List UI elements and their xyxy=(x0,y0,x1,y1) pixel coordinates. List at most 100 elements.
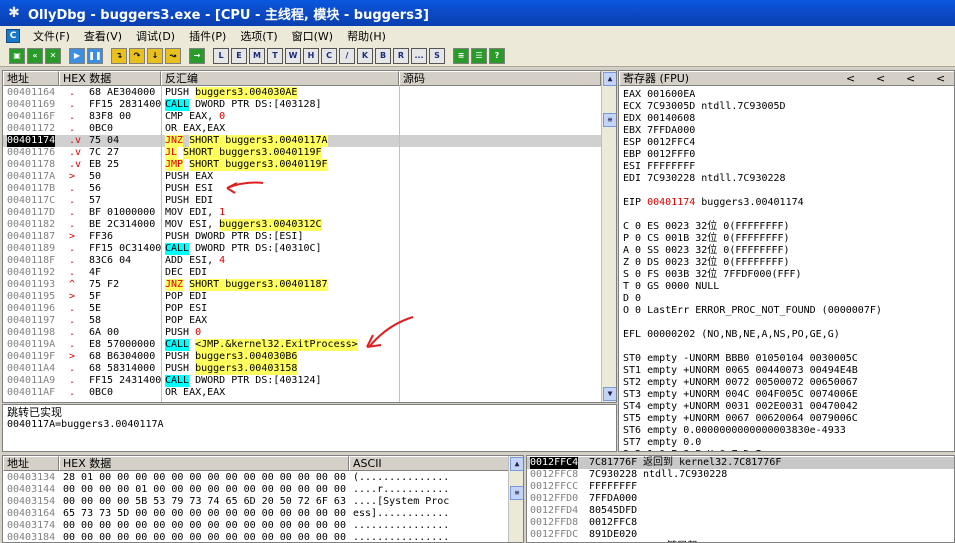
toolbar-memory-button[interactable]: M xyxy=(249,47,265,64)
table-row[interactable]: 0040119A. E8 57000000 CALL <JMP.&kernel32.E… xyxy=(3,339,601,351)
toolbar-patches-button[interactable]: / xyxy=(339,47,355,64)
restart-icon[interactable]: « xyxy=(27,47,43,64)
table-row[interactable]: 00401164. 68 AE304000 PUSH buggers3.004030A… xyxy=(3,87,601,99)
toolbar-callstack-button[interactable]: K xyxy=(357,47,373,64)
toolbar-modules-button[interactable]: E xyxy=(231,47,247,64)
table-row[interactable]: 00401169. FF15 2831400 CALL DWORD PTR DS:[4… xyxy=(3,99,601,111)
table-row[interactable]: 00401182. BE 2C314000 MOV ESI, buggers3.004… xyxy=(3,219,601,231)
menu-file[interactable]: 文件(F) xyxy=(26,28,77,44)
scroll-thumb[interactable]: ≡ xyxy=(603,113,616,127)
table-row[interactable]: 00401198. 6A 00 PUSH 0 xyxy=(3,327,601,339)
table-row[interactable]: 00401172. 0BC0 OR EAX,EAX xyxy=(3,123,601,135)
table-row[interactable]: 00401196. 5E POP ESI xyxy=(3,303,601,315)
menu-window[interactable]: 窗口(W) xyxy=(285,28,340,44)
table-row[interactable]: 0012FFC4 7C81776F 返回到 kernel32.7C81776F xyxy=(527,457,954,469)
table-row[interactable]: 0040116F. 83F8 00 CMP EAX, 0 xyxy=(3,111,601,123)
table-row[interactable]: 00401197. 58 POP EAX xyxy=(3,315,601,327)
disasm-scrollbar[interactable]: ▲ ≡ ▼ xyxy=(601,71,616,402)
execute-till-return-icon[interactable]: → xyxy=(189,47,205,64)
system-menu-icon[interactable]: C xyxy=(6,28,20,43)
table-row[interactable]: 004011A9. FF15 2431400 CALL DWORD PTR DS:[4… xyxy=(3,375,601,387)
table-row[interactable]: 004011A4. 68 58314000 PUSH buggers3.0040315… xyxy=(3,363,601,375)
table-row[interactable]: 00401192. 4F DEC EDI xyxy=(3,267,601,279)
disassembly-pane[interactable]: 地址 HEX 数据 反汇编 源码 00401164. 68 AE304000 PUS… xyxy=(2,70,617,403)
open-icon[interactable]: ▣ xyxy=(9,47,25,64)
dump-address-header[interactable]: 地址 xyxy=(3,456,59,471)
trace-over-icon[interactable]: ↝ xyxy=(165,47,181,64)
table-row[interactable]: 0012FFD4 80545DFD xyxy=(527,505,954,517)
prev-icon-2[interactable]: < xyxy=(876,72,885,85)
toolbar-windows-button[interactable]: W xyxy=(285,47,301,64)
table-row[interactable]: 0040119F >68 B6304000 PUSH buggers3.004030B… xyxy=(3,351,601,363)
scroll-up-icon[interactable]: ▲ xyxy=(510,457,523,471)
table-row[interactable]: 00403174 00 00 00 00 00 00 00 00 00 00 00… xyxy=(3,520,508,532)
toolbar-runtrace-button[interactable]: ... xyxy=(411,47,427,64)
table-row[interactable]: 0040117C. 57 PUSH EDI xyxy=(3,195,601,207)
pause-icon[interactable]: ❚❚ xyxy=(87,47,103,64)
table-row[interactable]: 00401176 .v 7C 27 JL SHORT buggers3.0040119F xyxy=(3,147,601,159)
table-row[interactable]: 00403154 00 00 00 00 5B 53 79 73 74 65 6D… xyxy=(3,496,508,508)
table-row[interactable]: 0040117A >50 PUSH EAX xyxy=(3,171,601,183)
scroll-down-icon[interactable]: ▼ xyxy=(603,387,616,401)
scroll-up-icon[interactable]: ▲ xyxy=(603,72,616,86)
table-row[interactable]: 00403164 65 73 73 5D 00 00 00 00 00 00 00… xyxy=(3,508,508,520)
table-row[interactable]: 0040117D. BF 01000000 MOV EDI, 1 xyxy=(3,207,601,219)
table-row[interactable]: 0012FFC8 7C930228 ntdll.7C930228 xyxy=(527,469,954,481)
table-row[interactable]: 0012FFD8 0012FFC8 xyxy=(527,517,954,529)
table-row[interactable]: 00401193 ^ 75 F2 JNZ SHORT buggers3.00401187 xyxy=(3,279,601,291)
toolbar-cpu-button[interactable]: C xyxy=(321,47,337,64)
menu-view[interactable]: 查看(V) xyxy=(77,28,129,44)
menu-debug[interactable]: 调试(D) xyxy=(129,28,182,44)
dump-scrollbar[interactable]: ▲ ≡ xyxy=(508,456,523,542)
stack-pane[interactable]: 0012FFC4 7C81776F 返回到 kernel32.7C81776F 001… xyxy=(526,455,955,543)
trace-into-icon[interactable]: ↓ xyxy=(147,47,163,64)
toolbar-log-button[interactable]: L xyxy=(213,47,229,64)
help-icon[interactable]: ? xyxy=(489,47,505,64)
prev-icon-3[interactable]: < xyxy=(906,72,915,85)
table-row[interactable]: 00403184 00 00 00 00 00 00 00 00 00 00 00… xyxy=(3,532,508,542)
dump-pane[interactable]: 地址 HEX 数据 ASCII 00403134 28 01 00 00 00 0… xyxy=(2,455,524,543)
step-into-icon[interactable]: ↴ xyxy=(111,47,127,64)
registers-pane[interactable]: 寄存器 (FPU) < < < < EAX 001600EA ECX 7C9300… xyxy=(618,70,955,452)
disasm-address: 00401196 xyxy=(7,303,56,314)
prev-icon-4[interactable]: < xyxy=(936,72,945,85)
scroll-thumb[interactable]: ≡ xyxy=(510,486,523,500)
options-icon[interactable]: ☰ xyxy=(471,47,487,64)
table-row[interactable]: 00401178 .v EB 25 JMP SHORT buggers3.0040119… xyxy=(3,159,601,171)
toolbar-source-button[interactable]: S xyxy=(429,47,445,64)
dump-ascii-header[interactable]: ASCII xyxy=(349,456,509,471)
col-source-header[interactable]: 源码 xyxy=(399,71,601,86)
dump-hex-header[interactable]: HEX 数据 xyxy=(59,456,349,471)
toolbar-references-button[interactable]: R xyxy=(393,47,409,64)
toolbar-threads-button[interactable]: T xyxy=(267,47,283,64)
col-disasm-header[interactable]: 反汇编 xyxy=(161,71,399,86)
menu-plugins[interactable]: 插件(P) xyxy=(182,28,233,44)
toolbar-breakpoints-button[interactable]: B xyxy=(375,47,391,64)
table-row[interactable]: 00401189. FF15 0C31400 CALL DWORD PTR DS:[4… xyxy=(3,243,601,255)
registers-header[interactable]: 寄存器 (FPU) < < < < xyxy=(619,71,954,86)
table-row[interactable]: 00403134 28 01 00 00 00 00 00 00 00 00 00… xyxy=(3,472,508,484)
col-hex-header[interactable]: HEX 数据 xyxy=(59,71,161,86)
table-row[interactable]: 004011AF. 0BC0 OR EAX,EAX xyxy=(3,387,601,399)
stack-address: 0012FFCC xyxy=(530,481,579,492)
table-row[interactable]: 00403144 00 00 00 00 01 00 00 00 00 00 00… xyxy=(3,484,508,496)
menu-help[interactable]: 帮助(H) xyxy=(340,28,393,44)
table-row[interactable]: 0012FFD0 7FFDA000 xyxy=(527,493,954,505)
menu-options[interactable]: 选项(T) xyxy=(233,28,284,44)
table-row[interactable]: 0012FFCC FFFFFFFF xyxy=(527,481,954,493)
table-row[interactable]: 00401187 > FF36 PUSH DWORD PTR DS:[ESI] xyxy=(3,231,601,243)
table-row[interactable]: 0040118F. 83C6 04 ADD ESI, 4 xyxy=(3,255,601,267)
table-row[interactable]: 0040117B. 56 PUSH ESI xyxy=(3,183,601,195)
run-icon[interactable]: ▶ xyxy=(69,47,85,64)
close-icon[interactable]: ✕ xyxy=(45,47,61,64)
toolbar-handles-button[interactable]: H xyxy=(303,47,319,64)
step-over-icon[interactable]: ↷ xyxy=(129,47,145,64)
jump-marker: . xyxy=(69,183,76,194)
table-row[interactable]: 00401195 >5F POP EDI xyxy=(3,291,601,303)
table-row[interactable]: 00401174 .v 75 04 JNZ SHORT buggers3.0040117… xyxy=(3,135,601,147)
col-address-header[interactable]: 地址 xyxy=(3,71,59,86)
eip-value[interactable]: 00401174 xyxy=(647,197,695,208)
table-row[interactable]: 0012FFDC 891DE020 xyxy=(527,529,954,541)
list-icon[interactable]: ≡ xyxy=(453,47,469,64)
prev-icon[interactable]: < xyxy=(846,72,855,85)
